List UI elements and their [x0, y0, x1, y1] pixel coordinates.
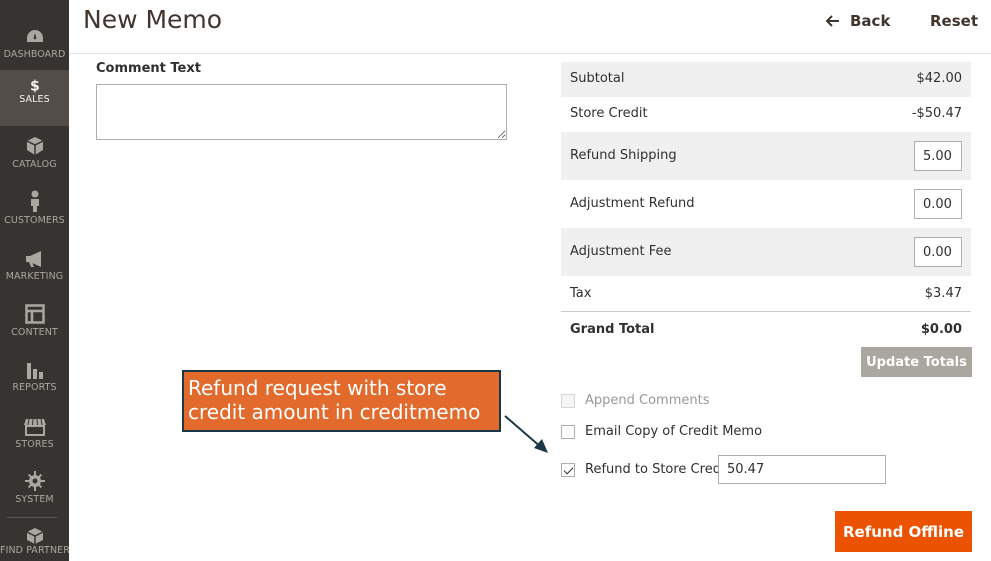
sidebar-item-label: CATALOG: [12, 159, 57, 170]
person-icon: [30, 190, 39, 212]
adjustment-fee-label: Adjustment Fee: [570, 244, 672, 259]
totals-table: Subtotal $42.00 Store Credit -$50.47 Ref…: [561, 62, 971, 347]
sidebar-item-label: STORES: [15, 439, 54, 450]
dollar-icon: $: [30, 78, 40, 94]
grand-total-label: Grand Total: [570, 322, 655, 337]
annotation-callout: Refund request with store credit amount …: [182, 370, 501, 432]
sidebar-item-system[interactable]: SYSTEM: [0, 471, 69, 527]
boxes-icon: [26, 528, 43, 544]
sidebar-item-sales[interactable]: $ SALES: [0, 70, 69, 126]
email-copy-option[interactable]: Email Copy of Credit Memo: [561, 424, 762, 439]
refund-shipping-row: Refund Shipping: [561, 132, 971, 180]
adjustment-refund-row: Adjustment Refund: [561, 180, 971, 228]
subtotal-label: Subtotal: [570, 71, 625, 86]
sidebar-divider: [7, 517, 57, 518]
back-button[interactable]: Back: [826, 12, 890, 30]
append-comments-label: Append Comments: [585, 393, 710, 408]
email-copy-label: Email Copy of Credit Memo: [585, 424, 763, 439]
gear-icon: [24, 471, 45, 491]
sidebar-item-marketing[interactable]: MARKETING: [0, 250, 69, 306]
page-title: New Memo: [83, 5, 223, 34]
refund-shipping-input[interactable]: [914, 141, 962, 171]
layout-icon: [24, 304, 45, 324]
tax-row: Tax $3.47: [561, 276, 971, 311]
refund-offline-button[interactable]: Refund Offline: [835, 511, 972, 552]
store-credit-label: Store Credit: [570, 106, 648, 121]
sidebar-item-label: DASHBOARD: [3, 49, 66, 60]
sidebar-item-stores[interactable]: STORES: [0, 418, 69, 474]
cube-icon: [26, 137, 43, 155]
page-header: New Memo Back Reset: [69, 0, 991, 54]
refund-store-credit-checkbox[interactable]: [561, 462, 575, 477]
adjustment-refund-label: Adjustment Refund: [570, 196, 695, 211]
store-credit-amount-input[interactable]: [718, 455, 886, 484]
append-comments-option: Append Comments: [561, 393, 709, 408]
admin-sidebar: DASHBOARD $ SALES CATALOG CUSTOMERS MARK…: [0, 0, 69, 561]
sidebar-item-label: REPORTS: [12, 382, 57, 393]
sidebar-item-label: FIND PARTNERS: [0, 545, 69, 556]
store-credit-row: Store Credit -$50.47: [561, 97, 971, 132]
sidebar-item-catalog[interactable]: CATALOG: [0, 136, 69, 192]
tax-label: Tax: [570, 286, 592, 301]
comment-text-label: Comment Text: [96, 61, 201, 76]
arrow-left-icon: [826, 15, 839, 27]
adjustment-fee-row: Adjustment Fee: [561, 228, 971, 276]
reset-button[interactable]: Reset: [930, 12, 978, 30]
update-totals-button[interactable]: Update Totals: [861, 347, 972, 377]
svg-text:$: $: [30, 78, 40, 94]
comment-textarea[interactable]: [96, 84, 507, 140]
grand-total-value: $0.00: [920, 322, 962, 337]
sidebar-item-label: SALES: [19, 94, 50, 105]
sidebar-item-content[interactable]: CONTENT: [0, 304, 69, 360]
grand-total-row: Grand Total $0.00: [561, 311, 971, 347]
sidebar-item-customers[interactable]: CUSTOMERS: [0, 190, 69, 246]
adjustment-refund-input[interactable]: [914, 189, 962, 219]
append-comments-checkbox: [561, 393, 575, 408]
adjustment-fee-input[interactable]: [914, 237, 962, 267]
callout-arrow-icon: [504, 415, 548, 453]
dashboard-icon: [26, 30, 43, 42]
megaphone-icon: [25, 251, 41, 267]
store-credit-value: -$50.47: [911, 106, 962, 121]
sidebar-item-label: MARKETING: [5, 271, 64, 282]
subtotal-value: $42.00: [916, 71, 963, 86]
storefront-icon: [23, 418, 46, 436]
tax-value: $3.47: [924, 286, 962, 301]
sidebar-item-find-partners[interactable]: FIND PARTNERS: [0, 527, 69, 561]
bar-chart-icon: [26, 363, 43, 379]
refund-store-credit-option[interactable]: Refund to Store Credit: [561, 462, 730, 477]
sidebar-item-label: CUSTOMERS: [4, 215, 65, 226]
sidebar-item-label: CONTENT: [11, 327, 58, 338]
refund-store-credit-label: Refund to Store Credit: [585, 462, 730, 477]
email-copy-checkbox[interactable]: [561, 424, 575, 439]
back-button-label: Back: [850, 12, 891, 30]
subtotal-row: Subtotal $42.00: [561, 62, 971, 97]
sidebar-item-label: SYSTEM: [15, 494, 54, 505]
refund-shipping-label: Refund Shipping: [570, 148, 677, 163]
sidebar-item-reports[interactable]: REPORTS: [0, 359, 69, 415]
